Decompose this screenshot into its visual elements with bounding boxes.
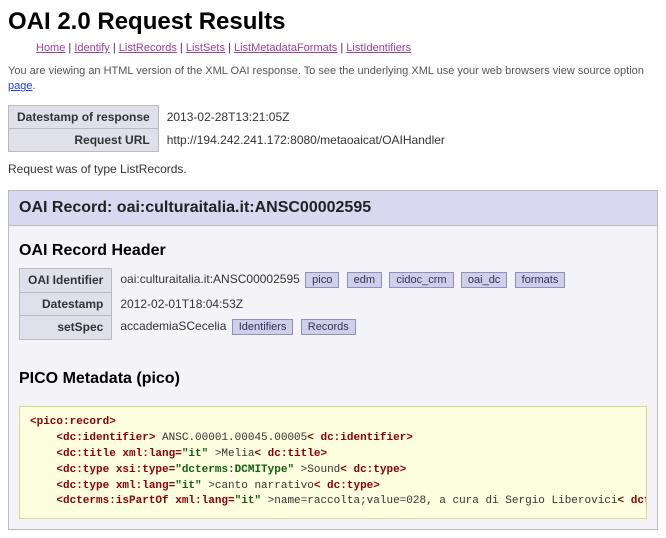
record-title-prefix: OAI Record:: [19, 199, 117, 216]
request-type-note: Request was of type ListRecords.: [8, 162, 658, 176]
page-link[interactable]: page: [8, 80, 32, 92]
response-table: Datestamp of response 2013-02-28T13:21:0…: [8, 105, 453, 152]
setspec-value: accademiaSCecelia: [120, 319, 226, 333]
xml-tag: < dc:type>: [314, 480, 380, 492]
nav-listsets[interactable]: ListSets: [186, 42, 225, 54]
xml-text: >canto narrativo: [202, 480, 314, 492]
record-title-id: oai:culturaitalia.it:ANSC00002595: [117, 199, 371, 216]
intro-part2: .: [32, 80, 35, 92]
xml-tag: < dc:type>: [340, 464, 406, 476]
xml-tag: <pico:record>: [30, 416, 116, 428]
record-header-table: OAI Identifier oai:culturaitalia.it:ANSC…: [19, 268, 576, 340]
xml-text: ANSC.00001.00045.00005: [155, 432, 307, 444]
format-cidoc-button[interactable]: cidoc_crm: [389, 272, 453, 288]
xml-tag: < dcterms:isPartOf>: [618, 495, 647, 507]
oai-identifier-label: OAI Identifier: [20, 268, 112, 292]
xml-tag: <dc:type xml:lang=: [56, 480, 175, 492]
record-datestamp-label: Datestamp: [20, 292, 112, 315]
datestamp-label: Datestamp of response: [9, 105, 159, 128]
xml-attr: "dcterms:DCMIType": [175, 464, 294, 476]
xml-text: >Melia: [208, 448, 254, 460]
xml-attr: "it": [175, 480, 201, 492]
top-nav: Home | Identify | ListRecords | ListSets…: [36, 42, 658, 54]
xml-tag: < dc:identifier>: [307, 432, 413, 444]
oai-identifier-value: oai:culturaitalia.it:ANSC00002595: [120, 272, 299, 286]
format-pico-button[interactable]: pico: [305, 272, 339, 288]
identifiers-button[interactable]: Identifiers: [232, 319, 294, 335]
pico-xml-box: <pico:record> <dc:identifier> ANSC.00001…: [19, 406, 647, 520]
xml-tag: <dc:type xsi:type=: [56, 464, 175, 476]
xml-attr: "it": [235, 495, 261, 507]
xml-tag: <dc:identifier>: [56, 432, 155, 444]
request-url-value: http://194.242.241.172:8080/metaoaicat/O…: [158, 128, 453, 151]
nav-home[interactable]: Home: [36, 42, 65, 54]
xml-text: >Sound: [294, 464, 340, 476]
xml-tag: <dc:title xml:lang=: [56, 448, 181, 460]
oai-record-box: OAI Record: oai:culturaitalia.it:ANSC000…: [8, 190, 658, 531]
request-url-label: Request URL: [9, 128, 159, 151]
format-edm-button[interactable]: edm: [347, 272, 382, 288]
records-button[interactable]: Records: [301, 319, 356, 335]
xml-tag: < dc:title>: [254, 448, 327, 460]
xml-text: >name=raccolta;value=028, a cura di Serg…: [261, 495, 617, 507]
record-header-section: OAI Record Header OAI Identifier oai:cul…: [9, 226, 657, 354]
format-oai-dc-button[interactable]: oai_dc: [461, 272, 507, 288]
xml-tag: <dcterms:isPartOf xml:lang=: [56, 495, 234, 507]
record-title: OAI Record: oai:culturaitalia.it:ANSC000…: [9, 191, 657, 226]
nav-identify[interactable]: Identify: [74, 42, 109, 54]
nav-listmetadataformats[interactable]: ListMetadataFormats: [234, 42, 337, 54]
datestamp-value: 2013-02-28T13:21:05Z: [158, 105, 453, 128]
intro-part1: You are viewing an HTML version of the X…: [8, 65, 644, 77]
format-formats-button[interactable]: formats: [515, 272, 566, 288]
nav-listidentifiers[interactable]: ListIdentifiers: [346, 42, 411, 54]
record-header-heading: OAI Record Header: [19, 242, 647, 260]
record-datestamp-value: 2012-02-01T18:04:53Z: [112, 292, 576, 315]
nav-listrecords[interactable]: ListRecords: [119, 42, 177, 54]
pico-section: PICO Metadata (pico): [9, 354, 657, 400]
page-title: OAI 2.0 Request Results: [8, 8, 658, 36]
pico-heading: PICO Metadata (pico): [19, 370, 647, 388]
xml-attr: "it": [182, 448, 208, 460]
intro-text: You are viewing an HTML version of the X…: [8, 64, 658, 95]
setspec-label: setSpec: [20, 315, 112, 339]
